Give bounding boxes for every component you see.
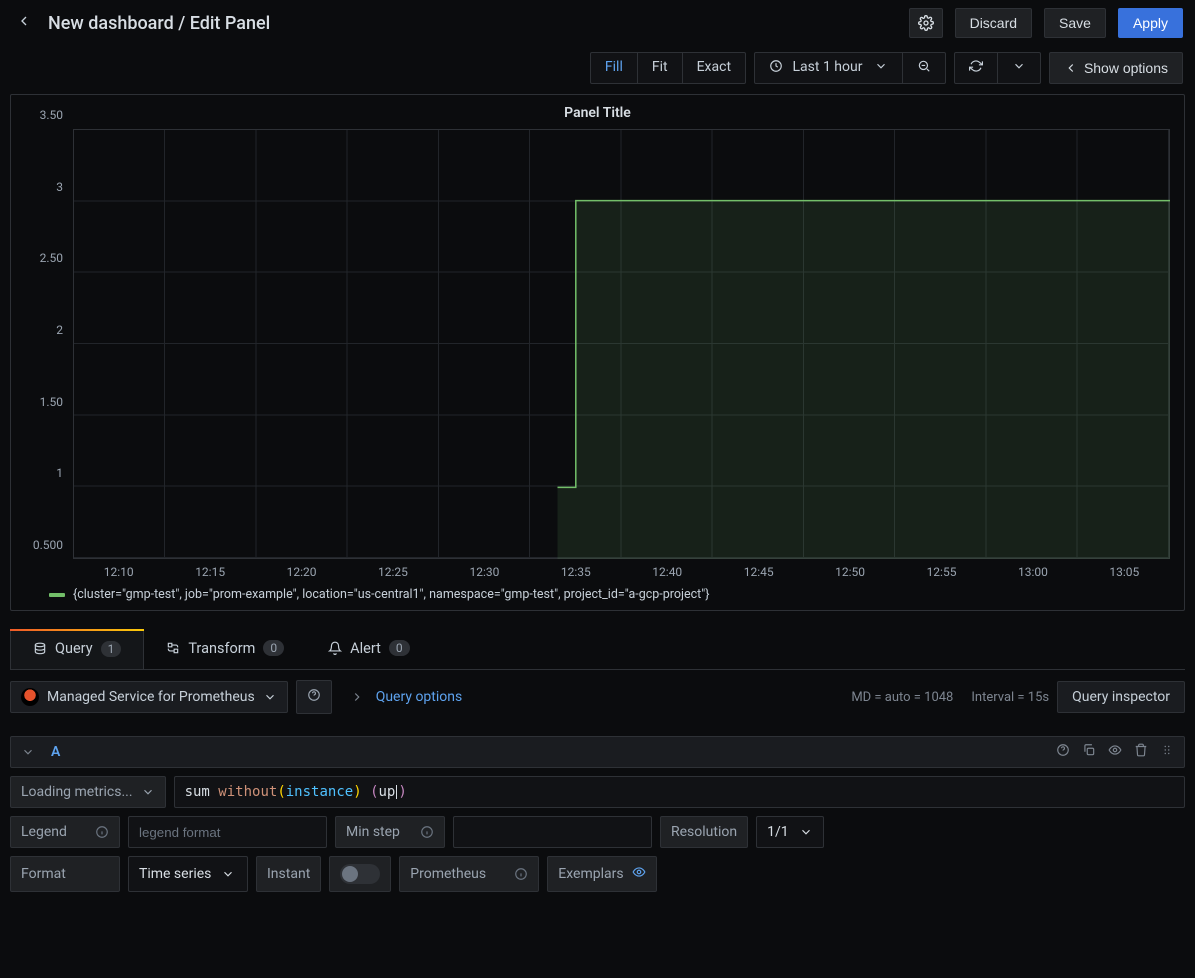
chevron-down-icon xyxy=(799,825,813,839)
query-actions xyxy=(1056,743,1174,761)
datasource-help-button[interactable] xyxy=(296,680,332,714)
minstep-field-label: Min step xyxy=(335,816,445,848)
show-options-button[interactable]: Show options xyxy=(1049,52,1183,84)
breadcrumb: New dashboard / Edit Panel xyxy=(48,13,897,34)
gear-icon xyxy=(918,15,934,31)
query-inspector-button[interactable]: Query inspector xyxy=(1057,681,1185,713)
time-picker-group: Last 1 hour xyxy=(754,52,946,84)
md-text: MD = auto = 1048 xyxy=(851,690,953,705)
time-range-picker[interactable]: Last 1 hour xyxy=(754,52,903,84)
clock-icon xyxy=(769,59,783,73)
refresh-button[interactable] xyxy=(954,52,998,84)
prometheus-icon xyxy=(21,688,39,706)
chevron-down-icon xyxy=(874,59,888,73)
query-drag-icon[interactable] xyxy=(1160,743,1174,761)
zoom-out-icon xyxy=(917,59,931,73)
editor-tabs: Query 1 Transform 0 Alert 0 xyxy=(10,629,1185,670)
info-icon xyxy=(95,825,109,839)
refresh-interval-dropdown[interactable] xyxy=(998,52,1041,84)
info-icon xyxy=(514,867,528,881)
view-exact[interactable]: Exact xyxy=(683,52,746,84)
tab-transform-label: Transform xyxy=(188,640,255,657)
chevron-down-icon xyxy=(1012,59,1026,73)
show-options-label: Show options xyxy=(1084,60,1168,76)
datasource-row: Managed Service for Prometheus Query opt… xyxy=(0,670,1195,724)
query-meta: MD = auto = 1048 Interval = 15s xyxy=(851,690,1049,705)
resolution-field-label: Resolution xyxy=(660,816,748,848)
tab-alert[interactable]: Alert 0 xyxy=(306,629,431,669)
instant-toggle[interactable] xyxy=(340,864,380,884)
top-bar: New dashboard / Edit Panel Discard Save … xyxy=(0,0,1195,46)
panel: Panel Title 0.50011.5022.5033.50 12:1012… xyxy=(10,94,1185,611)
format-field-label: Format xyxy=(10,856,120,892)
view-fill[interactable]: Fill xyxy=(590,52,638,84)
panel-title: Panel Title xyxy=(25,105,1170,121)
query-body: Loading metrics... sum without(instance)… xyxy=(10,768,1185,900)
tab-query-label: Query xyxy=(55,640,93,657)
bell-icon xyxy=(328,641,342,655)
query-header[interactable]: A xyxy=(10,736,1185,768)
tab-alert-count: 0 xyxy=(389,640,410,656)
legend-input[interactable] xyxy=(128,816,327,848)
chevron-right-icon xyxy=(350,690,364,704)
chart: 0.50011.5022.5033.50 xyxy=(25,129,1170,559)
query-visibility-icon[interactable] xyxy=(1108,743,1122,761)
query-letter: A xyxy=(47,744,64,760)
chevron-down-icon xyxy=(141,785,155,799)
view-mode-group: Fill Fit Exact xyxy=(590,52,746,84)
metrics-placeholder: Loading metrics... xyxy=(21,784,133,800)
metrics-browser[interactable]: Loading metrics... xyxy=(10,776,166,808)
tab-transform-count: 0 xyxy=(263,640,284,656)
exemplars-field-label: Exemplars xyxy=(547,856,656,892)
save-button[interactable]: Save xyxy=(1044,8,1106,38)
refresh-group xyxy=(954,52,1041,84)
settings-button[interactable] xyxy=(909,8,943,38)
format-select[interactable]: Time series xyxy=(128,856,248,892)
tab-query[interactable]: Query 1 xyxy=(10,629,144,669)
query-copy-icon[interactable] xyxy=(1082,743,1096,761)
promql-input[interactable]: sum without(instance) (up) xyxy=(174,776,1185,808)
legend-field-label: Legend xyxy=(10,816,120,848)
tab-transform[interactable]: Transform 0 xyxy=(144,629,306,669)
transform-icon xyxy=(166,641,180,655)
back-arrow-icon[interactable] xyxy=(12,9,36,37)
database-icon xyxy=(33,642,47,656)
chevron-down-icon xyxy=(21,745,35,759)
interval-text: Interval = 15s xyxy=(971,690,1049,705)
view-fit[interactable]: Fit xyxy=(638,52,683,84)
refresh-icon xyxy=(969,59,983,73)
panel-toolbar: Fill Fit Exact Last 1 hour Show options xyxy=(0,46,1195,94)
legend-label: {cluster="gmp-test", job="prom-example",… xyxy=(73,587,709,602)
instant-field-label: Instant xyxy=(256,856,321,892)
x-axis: 12:1012:1512:2012:2512:3012:3512:4012:45… xyxy=(73,559,1170,579)
datasource-picker[interactable]: Managed Service for Prometheus xyxy=(10,681,288,713)
query-options-label: Query options xyxy=(376,689,463,705)
query-row: A Loading metrics... sum without(instanc… xyxy=(10,736,1185,900)
query-options-toggle[interactable]: Query options xyxy=(340,689,473,705)
exemplars-eye-icon[interactable] xyxy=(632,865,646,883)
chevron-left-icon xyxy=(1064,61,1078,75)
tab-alert-label: Alert xyxy=(350,640,381,657)
legend-swatch xyxy=(49,593,65,597)
y-axis: 0.50011.5022.5033.50 xyxy=(25,129,73,559)
prometheus-field-label: Prometheus xyxy=(399,856,539,892)
zoom-out-button[interactable] xyxy=(903,52,946,84)
query-help-icon[interactable] xyxy=(1056,743,1070,761)
resolution-select[interactable]: 1/1 xyxy=(756,816,824,848)
datasource-name: Managed Service for Prometheus xyxy=(47,689,255,705)
plot-area[interactable] xyxy=(73,129,1170,559)
discard-button[interactable]: Discard xyxy=(955,8,1032,38)
legend: {cluster="gmp-test", job="prom-example",… xyxy=(25,579,1170,602)
apply-button[interactable]: Apply xyxy=(1118,8,1183,38)
tab-query-count: 1 xyxy=(101,641,122,657)
info-icon xyxy=(420,825,434,839)
help-icon xyxy=(307,688,321,702)
instant-toggle-wrap xyxy=(329,856,391,892)
minstep-input[interactable] xyxy=(453,816,652,848)
chevron-down-icon xyxy=(263,690,277,704)
chevron-down-icon xyxy=(221,867,235,881)
time-range-label: Last 1 hour xyxy=(793,59,863,75)
query-delete-icon[interactable] xyxy=(1134,743,1148,761)
